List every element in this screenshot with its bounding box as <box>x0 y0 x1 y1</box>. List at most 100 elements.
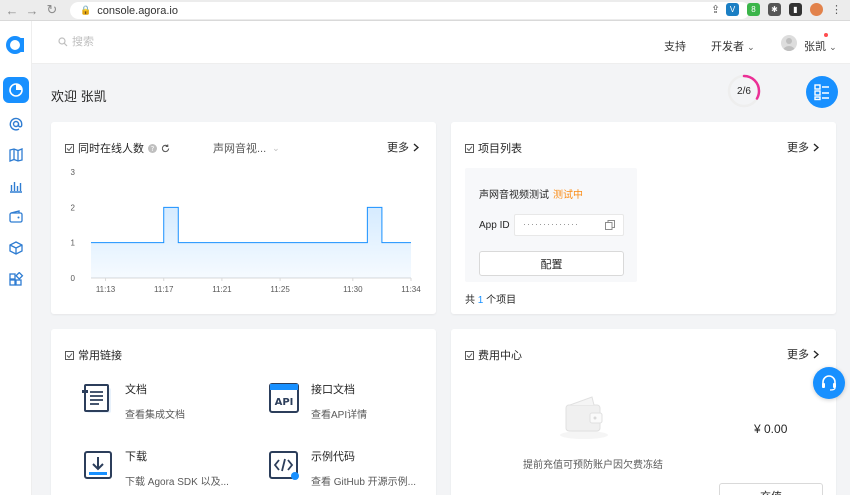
x-tick-label: 11:30 <box>343 285 363 294</box>
docs-link[interactable]: 文档 查看集成文档 <box>81 381 185 421</box>
share-icon[interactable]: ⇪ <box>711 3 720 16</box>
x-tick-label: 11:13 <box>96 285 116 294</box>
sidebar-item-billing[interactable] <box>3 204 29 230</box>
recharge-tip: 提前充值可预防账户因欠费冻结 <box>523 460 663 471</box>
billing-label: 费用中心 <box>478 350 522 362</box>
reload-icon[interactable]: ↻ <box>44 2 60 18</box>
x-tick-label: 11:25 <box>270 285 290 294</box>
y-tick-label: 1 <box>71 239 76 248</box>
config-button[interactable]: 配置 <box>479 251 624 276</box>
search-icon <box>58 37 68 47</box>
browser-menu-icon[interactable]: ⋮ <box>831 3 842 16</box>
download-subtitle: 下载 Agora SDK 以及... <box>125 477 229 488</box>
agora-logo-icon[interactable] <box>5 33 27 55</box>
bar-chart-icon <box>10 182 22 193</box>
search-bar <box>58 36 252 48</box>
checkbox-icon <box>65 350 74 360</box>
account-balance: ¥ 0.00 <box>754 422 788 436</box>
more-label: 更多 <box>787 142 809 154</box>
notification-dot <box>824 33 828 37</box>
billing-more-link[interactable]: 更多 <box>787 346 819 362</box>
forward-icon[interactable]: → <box>24 3 40 18</box>
top-header: 支持 开发者 ⌄ 张凯 ⌄ <box>32 21 850 64</box>
welcome-text: 欢迎 张凯 <box>51 89 107 104</box>
x-tick-label: 11:17 <box>154 285 174 294</box>
sidebar-item-at[interactable] <box>3 111 29 137</box>
checkbox-icon <box>465 143 474 153</box>
project-status-badge: 测试中 <box>553 190 583 201</box>
chevron-right-icon <box>813 349 819 359</box>
back-icon[interactable]: ← <box>4 3 20 18</box>
count-number[interactable]: 1 <box>478 295 484 306</box>
x-tick-label: 11:34 <box>401 285 421 294</box>
download-link[interactable]: 下载 下载 Agora SDK 以及... <box>81 448 229 488</box>
code-icon <box>269 451 299 480</box>
online-users-card: 同时在线人数 ? 声网音视... ⌄ 更多 3 2 1 0 11:13 11:17 11:2… <box>51 122 436 314</box>
sidebar-item-map[interactable] <box>3 142 29 168</box>
docs-subtitle: 查看集成文档 <box>125 410 185 421</box>
billing-center-card: 费用中心 更多 ¥ 0.00 提前充值可预防账户因欠费冻结 充值 <box>451 329 836 495</box>
project-name: 声网音视频测试 <box>479 190 549 201</box>
chevron-down-icon: ⌄ <box>747 42 755 52</box>
api-docs-title: 接口文档 <box>311 384 355 396</box>
user-menu[interactable]: 张凯 ⌄ <box>804 38 837 54</box>
at-icon <box>9 117 23 131</box>
chevron-right-icon <box>813 142 819 152</box>
layout-toggle-button[interactable] <box>806 76 838 108</box>
svg-text:API: API <box>275 397 294 408</box>
customer-support-button[interactable] <box>813 367 845 399</box>
project-list-title: 项目列表 <box>465 140 522 156</box>
y-tick-label: 2 <box>71 203 76 212</box>
sample-code-subtitle: 查看 GitHub 开源示例... <box>311 477 417 488</box>
y-tick-label: 3 <box>71 168 76 177</box>
project-list-more-link[interactable]: 更多 <box>787 139 819 155</box>
document-icon <box>82 384 111 413</box>
avatar[interactable] <box>781 35 797 51</box>
apps-icon <box>9 272 24 286</box>
search-input[interactable] <box>72 36 252 48</box>
headset-icon <box>822 375 836 391</box>
project-list-label: 项目列表 <box>478 143 522 155</box>
wallet-icon <box>9 210 23 223</box>
sample-code-link[interactable]: 示例代码 查看 GitHub 开源示例... <box>267 448 416 488</box>
sample-code-title: 示例代码 <box>311 451 355 463</box>
recharge-button[interactable]: 充值 <box>719 483 823 495</box>
dashboard-icon <box>9 83 23 97</box>
common-links-label: 常用链接 <box>78 350 122 362</box>
sidebar <box>0 21 32 495</box>
billing-title: 费用中心 <box>465 347 522 363</box>
more-label: 更多 <box>787 349 809 361</box>
sidebar-item-products[interactable] <box>3 235 29 261</box>
profile-avatar-icon[interactable] <box>810 3 823 16</box>
app-id-label: App ID <box>479 220 510 231</box>
online-users-line <box>90 206 411 244</box>
lock-icon: 🔒 <box>80 5 92 15</box>
developer-menu[interactable]: 开发者 ⌄ <box>711 38 755 54</box>
count-prefix: 共 <box>465 295 475 306</box>
y-tick-label: 0 <box>71 274 76 283</box>
api-docs-link[interactable]: API 接口文档 查看API详情 <box>267 381 367 421</box>
user-avatar-icon <box>783 38 795 51</box>
sidebar-item-dashboard[interactable] <box>3 77 29 103</box>
cube-icon <box>9 241 23 255</box>
docs-title: 文档 <box>125 384 147 396</box>
project-list-card: 项目列表 更多 声网音视频测试 测试中 App ID ·············… <box>451 122 836 314</box>
developer-label: 开发者 <box>711 41 744 53</box>
copy-icon[interactable] <box>605 220 615 230</box>
count-suffix: 个项目 <box>486 295 517 306</box>
api-docs-subtitle: 查看API详情 <box>311 410 368 421</box>
address-bar[interactable]: 🔒 console.agora.io <box>70 2 750 19</box>
extensions-puzzle-icon[interactable]: ✱ <box>768 3 781 16</box>
map-icon <box>9 148 23 162</box>
extension-v-icon[interactable]: V <box>726 3 739 16</box>
api-icon: API <box>269 383 299 413</box>
username: 张凯 <box>804 41 826 53</box>
common-links-card: 常用链接 文档 查看集成文档 API 接口文档 查看API详情 下载 下载 Ag… <box>51 329 436 495</box>
sidebar-item-apps[interactable] <box>3 267 29 293</box>
chevron-down-icon: ⌄ <box>829 42 837 52</box>
support-link[interactable]: 支持 <box>664 38 686 54</box>
sidebar-toggle-icon[interactable]: ▮ <box>789 3 802 16</box>
checkbox-icon <box>465 350 474 360</box>
sidebar-item-analytics[interactable] <box>3 173 29 199</box>
extension-b-icon[interactable]: 8 <box>747 3 760 16</box>
